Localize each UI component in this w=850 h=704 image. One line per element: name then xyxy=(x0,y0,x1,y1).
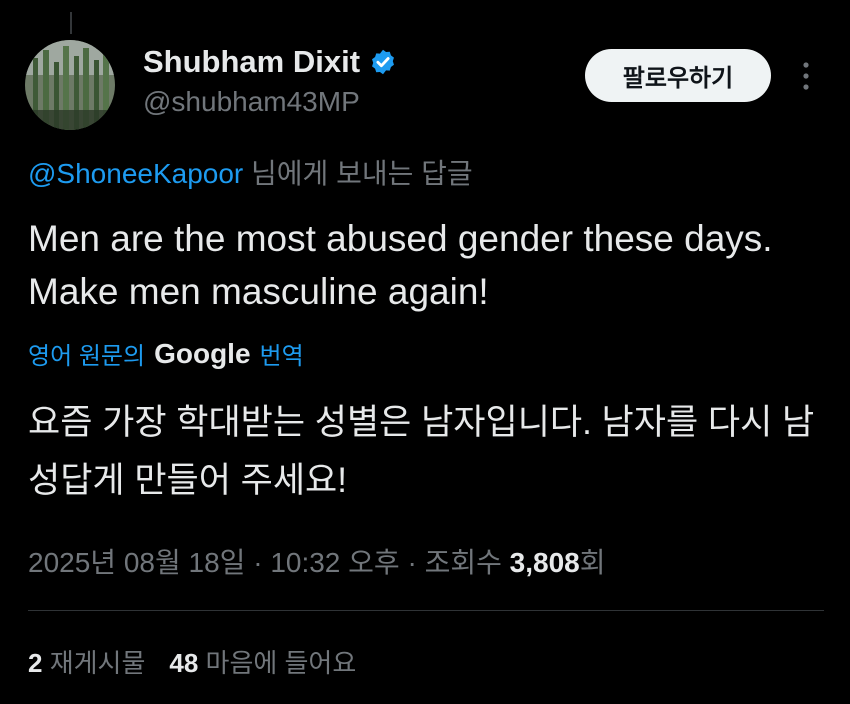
reposts-label[interactable]: 재게시물 xyxy=(42,648,146,678)
reply-suffix-text: 님에게 보내는 답글 xyxy=(243,158,473,189)
tweet-time[interactable]: 10:32 오후 xyxy=(270,547,399,578)
meta-separator-2: · xyxy=(399,547,425,578)
google-logo: Google xyxy=(154,337,251,369)
cactus-avatar-image xyxy=(25,40,115,130)
thread-connector-line xyxy=(70,12,72,34)
reply-mention-link[interactable]: @ShoneeKapoor xyxy=(28,158,243,189)
tweet-body: Men are the most abused gender these day… xyxy=(28,218,773,312)
likes-label[interactable]: 마음에 들어요 xyxy=(198,648,357,678)
verified-badge-icon[interactable] xyxy=(369,48,397,76)
meta-separator-1: · xyxy=(245,547,271,578)
views-unit: 회 xyxy=(579,547,606,578)
reposts-count[interactable]: 2 xyxy=(28,648,42,678)
author-name-text[interactable]: Shubham Dixit xyxy=(143,44,360,80)
translation-prefix[interactable]: 영어 원문의 xyxy=(28,336,145,371)
engagement-stats: 2 재게시물 48 마음에 들어요 xyxy=(28,643,356,680)
translated-tweet-body: 요즘 가장 학대받는 성별은 남자입니다. 남자를 다시 남성답게 만들어 주세… xyxy=(28,403,815,500)
translation-suffix[interactable]: 번역 xyxy=(260,336,304,371)
likes-stat[interactable]: 48 마음에 들어요 xyxy=(169,648,356,678)
translation-attribution[interactable]: 영어 원문의 Google 번역 xyxy=(28,336,304,371)
tweet-date[interactable]: 2025년 08월 18일 xyxy=(28,547,245,578)
follow-button[interactable]: 팔로우하기 xyxy=(585,49,771,102)
divider xyxy=(28,610,824,611)
reposts-stat[interactable]: 2 재게시물 xyxy=(28,648,145,678)
author-display-name[interactable]: Shubham Dixit xyxy=(143,44,397,80)
avatar[interactable] xyxy=(25,40,115,130)
replying-to: @ShoneeKapoor 님에게 보내는 답글 xyxy=(28,152,473,192)
views-count: 3,808 xyxy=(509,547,580,578)
likes-count[interactable]: 48 xyxy=(169,648,198,678)
views-label: 조회수 xyxy=(424,547,510,578)
tweet-meta: 2025년 08월 18일 · 10:32 오후 · 조회수 3,808회 xyxy=(28,541,605,581)
author-handle[interactable]: @shubham43MP xyxy=(143,86,360,118)
more-vertical-icon[interactable] xyxy=(796,58,816,94)
